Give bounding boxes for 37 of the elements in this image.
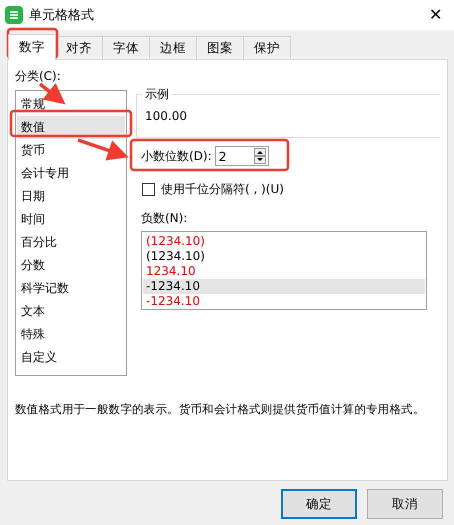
category-item[interactable]: 分数 [17,254,125,277]
category-item[interactable]: 自定义 [17,346,125,369]
category-item[interactable]: 货币 [17,139,125,162]
ok-button[interactable]: 确定 [281,489,357,519]
close-button[interactable]: ✕ [427,5,444,25]
checkbox[interactable] [142,183,155,196]
decimal-places-label: 小数位数(D): [141,148,212,164]
negative-format-list[interactable]: (1234.10) (1234.10) 1234.10 -1234.10 -1234.10 [141,231,427,310]
negative-format-item[interactable]: -1234.10 [143,294,425,309]
category-label: 分类(C): [15,68,62,85]
category-item[interactable]: 日期 [17,185,125,208]
window-title: 单元格格式 [29,7,95,24]
category-item[interactable]: 特殊 [17,323,125,346]
category-item[interactable]: 时间 [17,208,125,231]
negative-format-item[interactable]: (1234.10) [143,249,425,264]
checkbox-label: 使用千位分隔符( , )(U) [161,181,284,198]
pointer-arrow [77,138,129,160]
spin-arrows-icon[interactable] [254,148,266,164]
sample-value: 100.00 [145,109,187,123]
category-item[interactable]: 科学记数 [17,277,125,300]
negative-format-item[interactable]: -1234.10 [143,279,425,294]
decimal-places-spinner[interactable]: 2 [214,146,269,166]
category-item[interactable]: 常规 [17,93,125,116]
tab[interactable]: 保护 [243,36,291,59]
category-list[interactable]: 常规 数值 货币 会计专用 日期 时间 百分比 分数 科学记数 文本 特殊 自定义 [15,90,127,376]
negative-format-item[interactable]: 1234.10 [143,264,425,279]
negative-format-item[interactable]: (1234.10) [143,234,425,249]
category-item[interactable]: 会计专用 [17,162,125,185]
app-logo-icon [5,6,23,24]
tab[interactable]: 数字 [8,34,56,60]
category-item[interactable]: 百分比 [17,231,125,254]
format-description: 数值格式用于一般数字的表示。货币和会计格式则提供货币值计算的专用格式。 [15,402,426,417]
category-item[interactable]: 文本 [17,300,125,323]
highlight-box [6,28,58,60]
cancel-button[interactable]: 取消 [367,489,443,519]
sample-label: 示例 [142,86,172,103]
negative-numbers-label: 负数(N): [141,210,188,227]
